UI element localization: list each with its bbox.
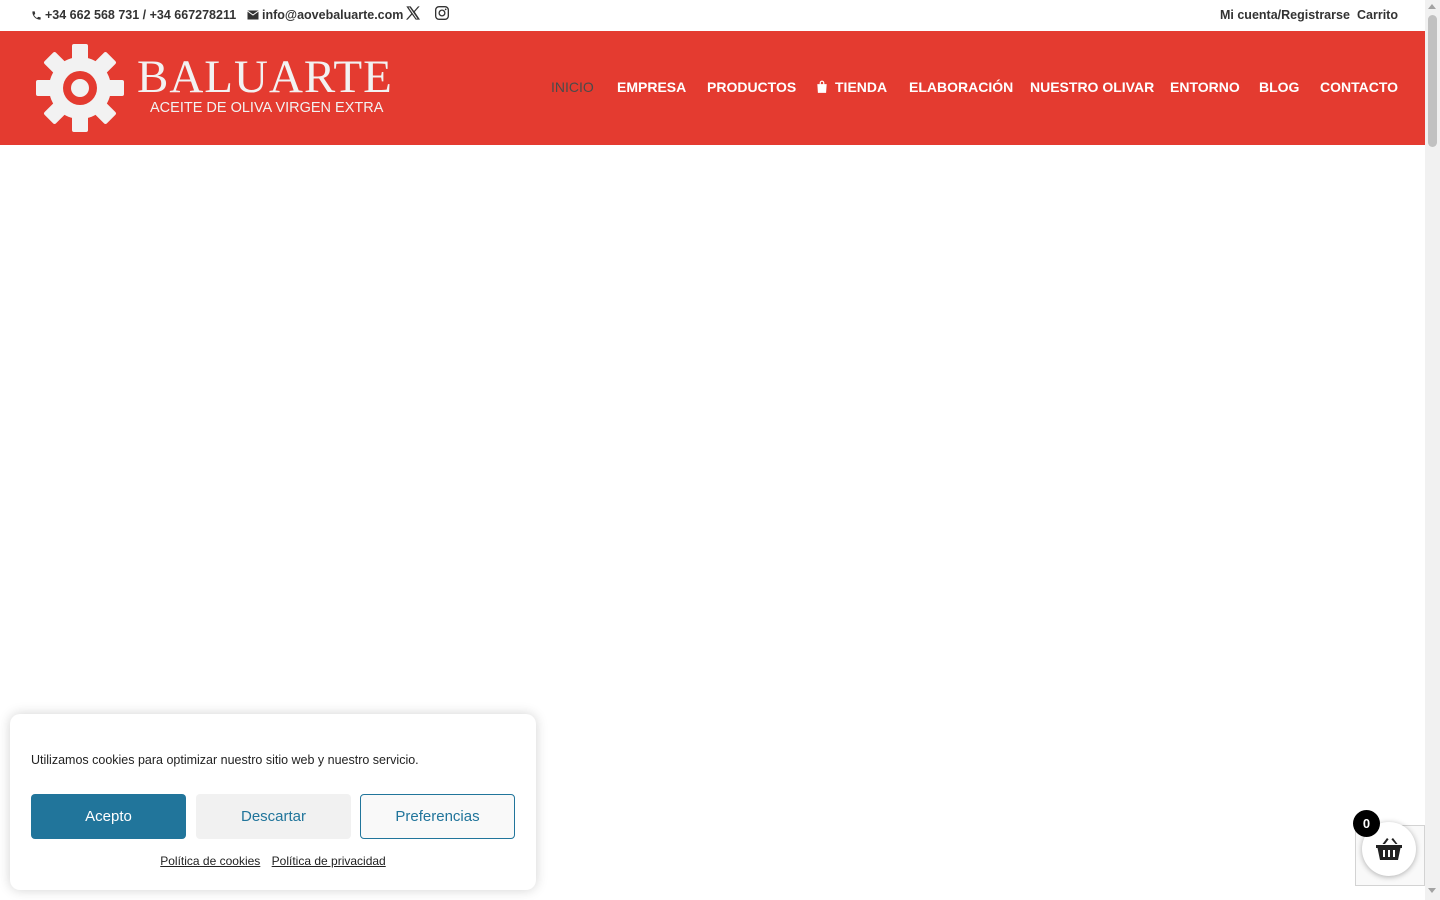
cookie-message: Utilizamos cookies para optimizar nuestr… (31, 753, 419, 767)
phone-contact[interactable]: +34 662 568 731 / +34 667278211 (31, 8, 236, 22)
nav-tienda[interactable]: TIENDA (815, 79, 887, 95)
page-scrollbar[interactable] (1425, 0, 1440, 900)
shopping-bag-icon (817, 80, 827, 93)
cookie-policy-links: Política de cookies Política de privacid… (10, 854, 536, 868)
main-nav: INICIO EMPRESA PRODUCTOS TIENDA ELABORAC… (0, 79, 1425, 99)
nav-entorno[interactable]: ENTORNO (1170, 79, 1240, 95)
logo-subtitle: ACEITE DE OLIVA VIRGEN EXTRA (150, 100, 384, 116)
nav-tienda-label: TIENDA (835, 79, 888, 95)
top-bar: +34 662 568 731 / +34 667278211 info@aov… (0, 0, 1425, 31)
basket-icon (1376, 838, 1402, 860)
phone-text: +34 662 568 731 / +34 667278211 (45, 8, 237, 22)
accept-cookies-button[interactable]: Acepto (31, 794, 186, 839)
instagram-icon[interactable] (434, 5, 450, 24)
nav-contacto[interactable]: CONTACTO (1320, 79, 1398, 95)
cookie-banner: Utilizamos cookies para optimizar nuestr… (10, 714, 536, 890)
cookie-policy-link[interactable]: Política de cookies (160, 854, 260, 868)
cart-link[interactable]: Carrito (1357, 8, 1398, 22)
mail-icon (247, 10, 259, 20)
phone-icon (32, 10, 41, 20)
cookie-preferences-button[interactable]: Preferencias (360, 794, 515, 839)
nav-elaboracion[interactable]: ELABORACIÓN (909, 79, 1013, 95)
dismiss-cookies-button[interactable]: Descartar (196, 794, 351, 839)
nav-blog[interactable]: BLOG (1259, 79, 1299, 95)
x-icon[interactable] (405, 5, 421, 24)
scroll-up-arrow-icon[interactable] (1428, 4, 1436, 9)
my-account-link[interactable]: Mi cuenta/Registrarse (1220, 8, 1350, 22)
nav-productos[interactable]: PRODUCTOS (707, 79, 796, 95)
nav-nuestro-olivar[interactable]: NUESTRO OLIVAR (1030, 79, 1154, 95)
nav-inicio[interactable]: INICIO (551, 79, 594, 95)
cart-count-badge: 0 (1353, 810, 1380, 837)
scroll-down-arrow-icon[interactable] (1428, 888, 1436, 893)
main-header: BALUARTE ACEITE DE OLIVA VIRGEN EXTRA IN… (0, 31, 1425, 145)
email-text: info@aovebaluarte.com (262, 8, 404, 22)
scroll-thumb[interactable] (1428, 15, 1437, 147)
nav-empresa[interactable]: EMPRESA (617, 79, 686, 95)
email-contact[interactable]: info@aovebaluarte.com (247, 8, 403, 22)
privacy-policy-link[interactable]: Política de privacidad (272, 854, 386, 868)
